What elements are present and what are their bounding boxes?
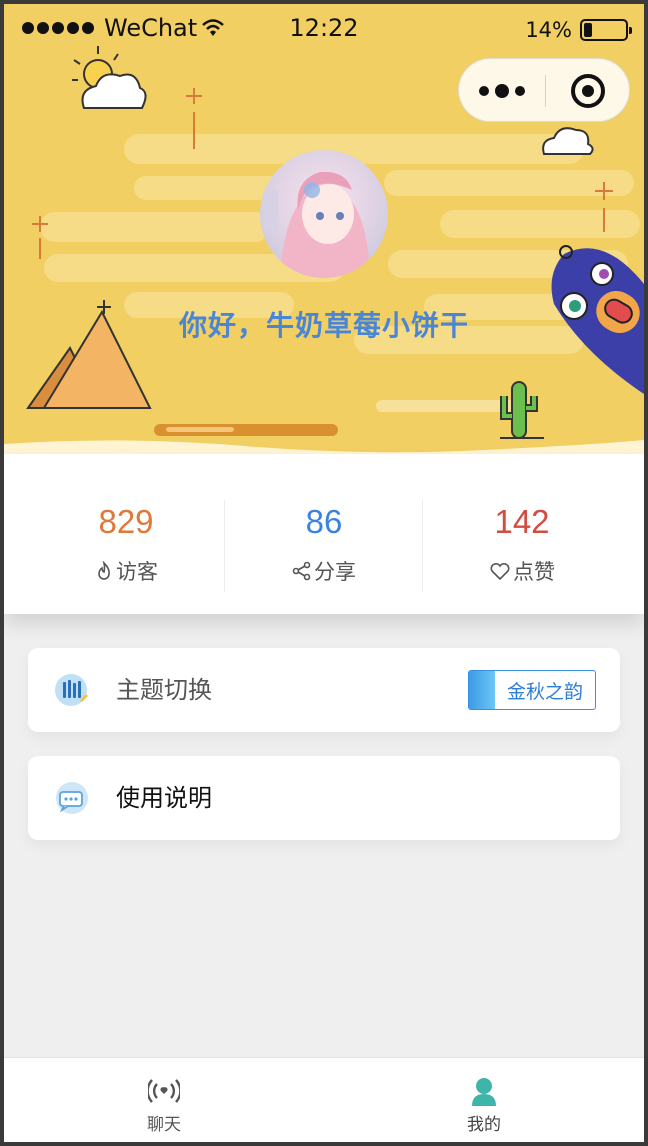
theme-switch-label: 主题切换 <box>116 676 212 704</box>
dot-icon <box>479 86 489 96</box>
avatar[interactable] <box>260 150 388 278</box>
stat-label: 访客 <box>116 560 158 584</box>
profile-header: WeChat 12:22 14% 你好，牛奶草莓小饼干 <box>4 4 644 469</box>
instructions-label: 使用说明 <box>116 784 212 812</box>
more-menu-button[interactable] <box>459 59 545 123</box>
status-bar: WeChat 12:22 14% <box>4 4 644 52</box>
stats-panel: 829 访客 86 分享 142 点赞 <box>4 454 644 614</box>
stat-label-row: 点赞 <box>422 556 622 586</box>
current-theme-badge[interactable]: 金秋之韵 <box>468 670 596 710</box>
theme-icon <box>55 674 88 706</box>
stat-value: 829 <box>98 503 154 540</box>
share-icon <box>292 561 311 581</box>
stat-label-row: 分享 <box>224 556 424 586</box>
tab-chat[interactable]: 聊天 <box>4 1058 324 1142</box>
stat-value: 86 <box>305 503 343 540</box>
current-theme-name: 金秋之韵 <box>506 680 583 703</box>
person-icon <box>472 1078 496 1106</box>
dot-icon <box>495 84 509 98</box>
flame-icon <box>98 561 110 580</box>
stat-visitors[interactable]: 829 访客 <box>26 502 226 592</box>
dot-icon <box>515 86 525 96</box>
stat-likes[interactable]: 142 点赞 <box>422 502 622 592</box>
close-miniprogram-button[interactable] <box>545 59 631 123</box>
greeting-text: 你好，牛奶草莓小饼干 <box>178 309 469 342</box>
theme-color-swatch <box>469 671 495 709</box>
target-icon <box>571 74 605 108</box>
stat-label: 点赞 <box>513 560 555 584</box>
stat-shares[interactable]: 86 分享 <box>224 502 424 592</box>
heart-icon <box>490 562 510 581</box>
stat-label: 分享 <box>314 560 356 584</box>
tab-me[interactable]: 我的 <box>324 1058 644 1142</box>
battery-status: 14% <box>525 18 632 42</box>
miniprogram-capsule <box>458 58 630 122</box>
stat-value: 142 <box>494 503 550 540</box>
broadcast-icon <box>146 1079 182 1103</box>
help-icon <box>56 782 88 814</box>
avatar-image <box>260 150 388 278</box>
tab-label: 我的 <box>467 1115 501 1135</box>
screen: WeChat 12:22 14% 你好，牛奶草莓小饼干 829 访客 86 分享… <box>4 4 644 1142</box>
tab-bar: 聊天 我的 <box>4 1057 644 1142</box>
instructions-item[interactable]: 使用说明 <box>28 756 620 840</box>
tab-label: 聊天 <box>147 1115 181 1135</box>
cloud-icon <box>542 127 594 155</box>
battery-icon <box>580 19 632 41</box>
stat-label-row: 访客 <box>26 556 226 586</box>
battery-percent: 14% <box>525 18 572 42</box>
theme-switch-item[interactable]: 主题切换 金秋之韵 <box>28 648 620 732</box>
